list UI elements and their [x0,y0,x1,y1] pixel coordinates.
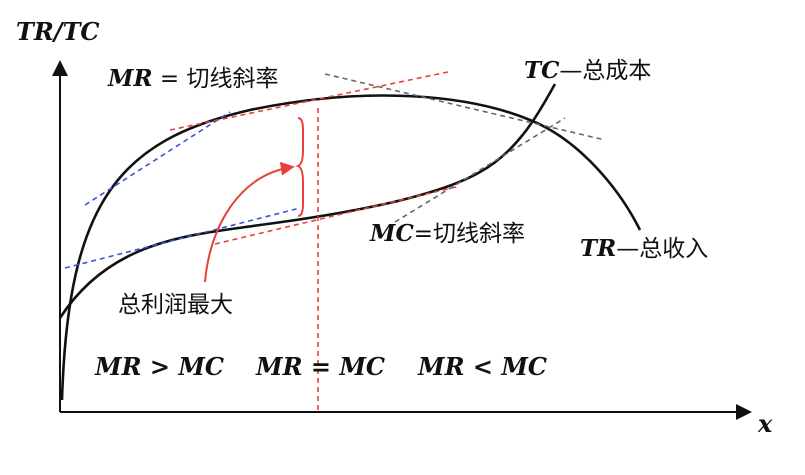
mc-tangent-right-line [394,117,566,223]
region-left-label: MR > MC [94,352,224,381]
tc-curve-label: TC—总成本 [524,57,651,84]
y-axis-label: TR/TC [16,17,100,46]
mr-tangent-left-line [84,111,231,206]
profit-gap-brace [295,117,304,217]
mc-tangent-left-line [64,207,301,269]
max-profit-arrow [204,161,295,283]
region-right-label: MR < MC [417,352,547,381]
mc-tangent-label: MC=切线斜率 [369,220,525,247]
mr-tangent-label: MR = 切线斜率 [107,65,278,92]
max-profit-label: 总利润最大 [118,292,233,318]
tr-curve-label: TR—总收入 [580,235,708,262]
total-cost-curve [58,83,557,319]
total-revenue-cost-diagram: TR/TC x MR = 切线斜率 TC—总成本 MC=切线斜率 TR—总收入 … [16,17,773,438]
region-mid-label: MR = MC [255,352,385,381]
x-axis-label: x [757,409,773,438]
